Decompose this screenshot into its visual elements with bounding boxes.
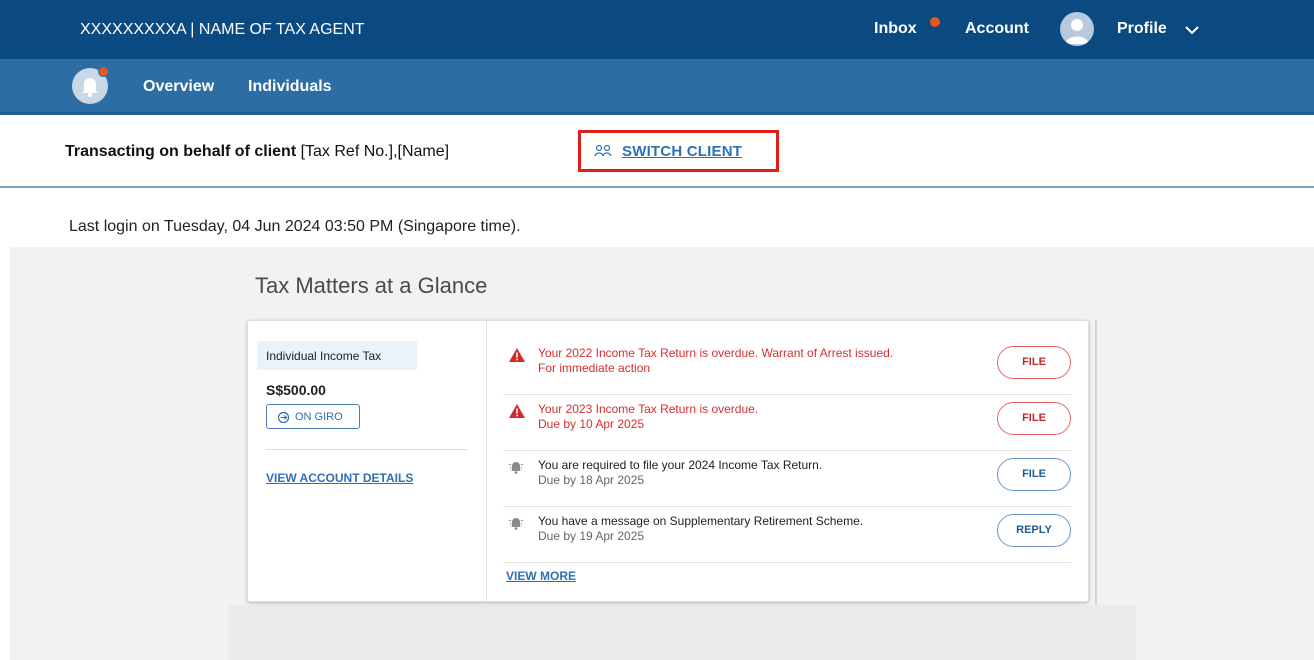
notification-message: You have a message on Supplementary Reti… [538,514,864,528]
tax-summary-card: Individual Income Tax S$500.00 ON GIRO V… [247,320,1089,603]
tax-amount: S$500.00 [266,382,326,398]
notification-due: Due by 10 Apr 2025 [538,417,645,431]
nav-overview[interactable]: Overview [143,78,214,96]
notification-text: You have a message on Supplementary Reti… [538,514,863,544]
file-button[interactable]: FILE [997,402,1071,435]
notification-text: You are required to file your 2024 Incom… [538,458,822,488]
client-ref: [Tax Ref No.],[Name] [296,143,450,160]
view-more-link[interactable]: VIEW MORE [506,569,576,583]
divider [266,449,468,450]
notification-text: Your 2023 Income Tax Return is overdue. … [538,402,758,432]
content-panel-lower [228,605,1136,660]
card-column-divider [486,321,487,603]
switch-client-highlight: SWITCH CLIENT [578,130,779,172]
file-button[interactable]: FILE [997,458,1071,491]
card-edge [1095,320,1097,605]
notification-due: For immediate action [538,361,651,375]
main-nav: Overview Individuals [0,59,1314,115]
inbox-link[interactable]: Inbox [874,20,917,38]
client-bar: Transacting on behalf of client [Tax Ref… [0,118,1314,188]
bell-notification-dot [98,66,109,77]
page-title: Tax Matters at a Glance [255,273,488,298]
notification-item: You have a message on Supplementary Reti… [503,507,1071,563]
inbox-notification-dot [930,17,940,27]
file-button[interactable]: FILE [997,346,1071,379]
reply-button[interactable]: REPLY [997,514,1071,547]
row-divider [503,562,1071,563]
notification-item: Your 2023 Income Tax Return is overdue. … [503,395,1071,451]
notification-due: Due by 19 Apr 2025 [538,529,645,543]
reminder-bell-icon [508,515,524,536]
account-link[interactable]: Account [965,20,1029,38]
profile-menu[interactable]: Profile [1117,20,1167,38]
giro-status-label: ON GIRO [295,411,343,423]
view-account-details-link[interactable]: VIEW ACCOUNT DETAILS [266,471,413,485]
nav-individuals[interactable]: Individuals [248,78,332,96]
notification-message: You are required to file your 2024 Incom… [538,458,823,472]
giro-icon [277,411,290,427]
switch-client-icon [593,143,613,164]
switch-client-link[interactable]: SWITCH CLIENT [622,143,742,160]
notification-message: Your 2022 Income Tax Return is overdue. … [538,346,894,360]
notification-item: Your 2022 Income Tax Return is overdue. … [503,339,1071,395]
notification-text: Your 2022 Income Tax Return is overdue. … [538,346,893,376]
top-header: XXXXXXXXXA | NAME OF TAX AGENT Inbox Acc… [0,0,1314,59]
notification-message: Your 2023 Income Tax Return is overdue. [538,402,759,416]
reminder-bell-icon [508,459,524,480]
warning-triangle-icon [508,403,526,424]
transacting-on-behalf: Transacting on behalf of client [Tax Ref… [65,143,449,161]
warning-triangle-icon [508,347,526,368]
agent-label: XXXXXXXXXA | NAME OF TAX AGENT [80,21,365,38]
user-avatar-icon[interactable] [1060,12,1094,46]
tax-type-label: Individual Income Tax [257,341,417,370]
chevron-down-icon[interactable] [1185,22,1199,40]
transacting-label: Transacting on behalf of client [65,143,297,160]
notification-due: Due by 18 Apr 2025 [538,473,645,487]
notification-item: You are required to file your 2024 Incom… [503,451,1071,507]
last-login-text: Last login on Tuesday, 04 Jun 2024 03:50… [69,218,521,235]
giro-status-badge: ON GIRO [266,404,360,429]
